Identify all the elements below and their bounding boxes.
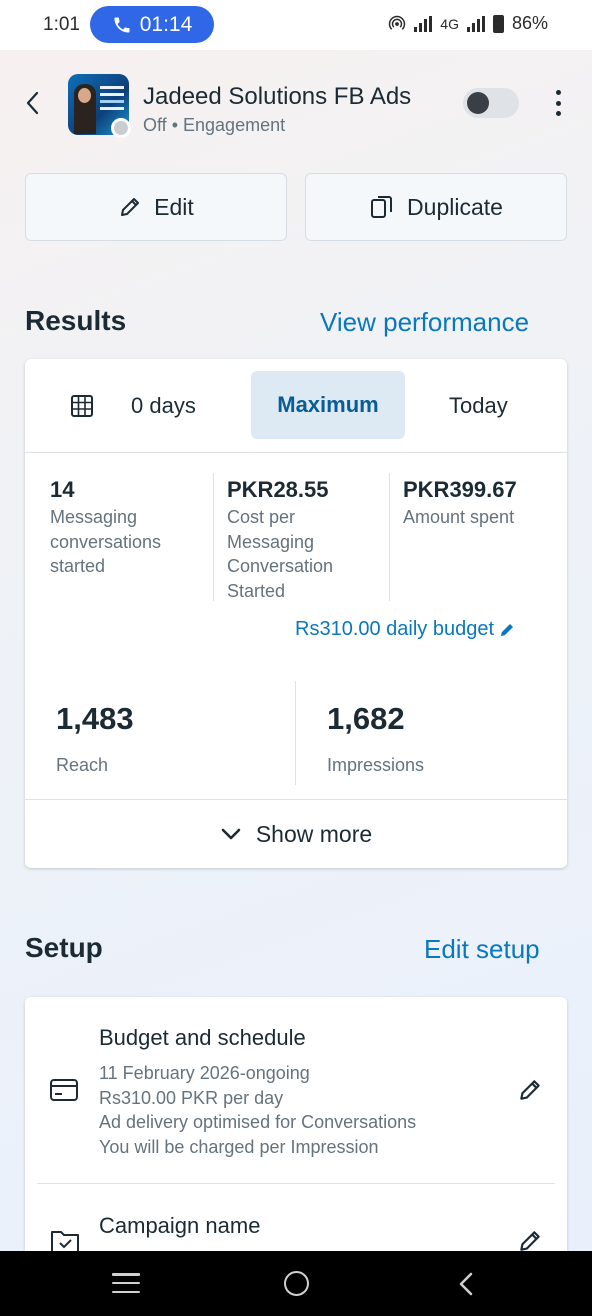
metric-value: PKR28.55 bbox=[227, 477, 329, 502]
budget-schedule-details: 11 February 2026-ongoing Rs310.00 PKR pe… bbox=[99, 1063, 417, 1158]
metric-label: Messaging conversations started bbox=[50, 507, 162, 576]
tab-maximum[interactable]: Maximum bbox=[251, 371, 405, 439]
campaign-header: Jadeed Solutions FB Ads Off • Engagement bbox=[0, 50, 592, 160]
show-more-label: Show more bbox=[255, 820, 373, 847]
ongoing-call-pill[interactable]: 01:14 bbox=[90, 6, 214, 43]
campaign-name: Jadeed Solutions FB Ads bbox=[143, 83, 412, 110]
metric-label: Amount spent bbox=[403, 507, 515, 527]
divider bbox=[295, 681, 296, 785]
toggle-knob bbox=[467, 92, 489, 114]
metric-value: PKR399.67 bbox=[403, 477, 517, 502]
tab-custom-days[interactable]: 0 days bbox=[69, 393, 196, 419]
tab-days-label: 0 days bbox=[131, 393, 196, 418]
back-button[interactable] bbox=[20, 88, 46, 118]
reach-label: Reach bbox=[56, 755, 109, 775]
reach-value: 1,483 bbox=[56, 701, 134, 736]
battery-level: 86% bbox=[511, 13, 548, 33]
edit-button[interactable]: Edit bbox=[25, 173, 287, 241]
edit-setup-link[interactable]: Edit setup bbox=[424, 934, 540, 965]
show-more-button[interactable]: Show more bbox=[25, 799, 567, 868]
calendar-table-icon bbox=[71, 395, 93, 417]
call-timer: 01:14 bbox=[139, 12, 193, 36]
date-range-tabs: 0 days Maximum Today bbox=[25, 359, 567, 453]
duplicate-icon bbox=[371, 196, 393, 218]
status-dot bbox=[111, 118, 131, 138]
metric-amount-spent[interactable]: PKR399.67 Amount spent bbox=[403, 477, 517, 530]
impressions-label: Impressions bbox=[327, 755, 425, 775]
battery-icon bbox=[492, 14, 504, 33]
metric-messaging-conversations[interactable]: 14 Messaging conversations started bbox=[50, 477, 161, 579]
metric-cost-per-conversation[interactable]: PKR28.55 Cost per Messaging Conversation… bbox=[227, 477, 333, 603]
phone-icon bbox=[114, 17, 130, 32]
impressions-value: 1,682 bbox=[327, 701, 405, 736]
daily-budget-link[interactable]: Rs310.00 daily budget bbox=[295, 618, 516, 641]
status-icons: 4G 86% bbox=[388, 13, 548, 34]
campaign-subtitle: Off • Engagement bbox=[143, 115, 286, 135]
view-performance-link[interactable]: View performance bbox=[320, 307, 529, 338]
campaign-objective: Engagement bbox=[183, 115, 286, 135]
campaign-name-title: Campaign name bbox=[99, 1213, 261, 1238]
metric-label: Cost per Messaging Conversation Started bbox=[227, 507, 334, 601]
campaign-status: Off bbox=[143, 115, 167, 135]
duplicate-button[interactable]: Duplicate bbox=[305, 173, 567, 241]
chevron-down-icon bbox=[221, 828, 241, 840]
budget-schedule-title: Budget and schedule bbox=[99, 1025, 306, 1050]
setup-title: Setup bbox=[25, 932, 103, 963]
campaign-toggle[interactable] bbox=[463, 88, 519, 118]
duplicate-label: Duplicate bbox=[407, 193, 503, 220]
edit-label: Edit bbox=[154, 193, 194, 220]
results-title: Results bbox=[25, 305, 127, 336]
credit-card-icon bbox=[50, 1079, 78, 1101]
divider bbox=[213, 473, 214, 601]
system-nav-bar bbox=[0, 1251, 592, 1316]
divider bbox=[389, 473, 390, 601]
tab-today[interactable]: Today bbox=[449, 393, 508, 419]
status-time: 1:01 bbox=[43, 14, 80, 35]
status-bar: 1:01 01:14 4G 86% bbox=[0, 0, 592, 50]
hotspot-icon bbox=[389, 15, 406, 30]
signal-icon bbox=[414, 15, 433, 32]
metric-impressions[interactable]: 1,682 Impressions bbox=[327, 701, 424, 776]
more-vertical-icon bbox=[555, 90, 561, 95]
system-back-button[interactable] bbox=[456, 1271, 476, 1297]
pencil-icon bbox=[121, 198, 140, 216]
metric-reach[interactable]: 1,483 Reach bbox=[56, 701, 134, 776]
metric-value: 14 bbox=[50, 477, 75, 502]
chevron-left-icon bbox=[26, 91, 39, 115]
daily-budget-text: Rs310.00 daily budget bbox=[295, 618, 495, 640]
more-options-button[interactable] bbox=[548, 88, 568, 118]
home-button[interactable] bbox=[284, 1271, 309, 1296]
recent-apps-button[interactable] bbox=[112, 1273, 140, 1293]
pencil-icon[interactable] bbox=[517, 1077, 543, 1103]
divider bbox=[37, 1183, 555, 1184]
network-type: 4G bbox=[440, 15, 459, 32]
pencil-icon bbox=[501, 623, 514, 636]
results-card: 0 days Maximum Today 14 Messaging conver… bbox=[25, 359, 567, 868]
signal-icon-2 bbox=[466, 15, 485, 32]
